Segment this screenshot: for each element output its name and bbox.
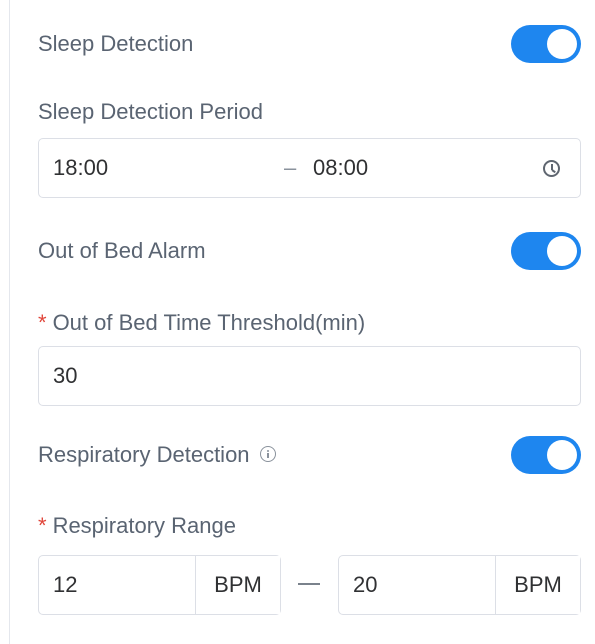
out-of-bed-alarm-label: Out of Bed Alarm [38, 238, 206, 263]
respiratory-range-label: * Respiratory Range [38, 515, 236, 537]
sleep-detection-period-label: Sleep Detection Period [38, 99, 264, 124]
info-icon[interactable] [259, 446, 276, 463]
out-of-bed-threshold-value: 30 [53, 363, 78, 388]
required-asterisk: * [38, 310, 47, 335]
sleep-detection-label: Sleep Detection [38, 31, 194, 56]
sleep-period-start-time[interactable]: 18:00 [53, 155, 108, 181]
range-separator [298, 583, 320, 585]
respiratory-range-min-value: 12 [53, 572, 78, 597]
sleep-period-time-range-input[interactable]: 18:00 – 08:00 [38, 138, 581, 198]
out-of-bed-threshold-label: * Out of Bed Time Threshold(min) [38, 312, 365, 334]
sleep-period-end-time[interactable]: 08:00 [313, 155, 368, 181]
respiratory-range-max-input[interactable]: 20 BPM [338, 555, 581, 615]
respiratory-detection-label-text: Respiratory Detection [38, 442, 250, 467]
sleep-detection-toggle[interactable] [511, 25, 581, 63]
toggle-knob [547, 29, 577, 59]
out-of-bed-alarm-toggle[interactable] [511, 232, 581, 270]
out-of-bed-threshold-label-text: Out of Bed Time Threshold(min) [52, 310, 366, 335]
clock-icon [543, 160, 560, 177]
respiratory-detection-label: Respiratory Detection [38, 444, 276, 466]
toggle-knob [547, 236, 577, 266]
required-asterisk: * [38, 513, 47, 538]
out-of-bed-threshold-input[interactable]: 30 [38, 346, 581, 406]
toggle-knob [547, 440, 577, 470]
time-range-separator: – [284, 155, 297, 180]
respiratory-range-label-text: Respiratory Range [52, 513, 236, 538]
respiratory-range-min-input[interactable]: 12 BPM [38, 555, 281, 615]
respiratory-range-min-unit: BPM [195, 556, 280, 614]
respiratory-range-max-unit: BPM [495, 556, 580, 614]
respiratory-detection-toggle[interactable] [511, 436, 581, 474]
left-divider [9, 0, 10, 644]
respiratory-range-max-value: 20 [353, 572, 378, 597]
